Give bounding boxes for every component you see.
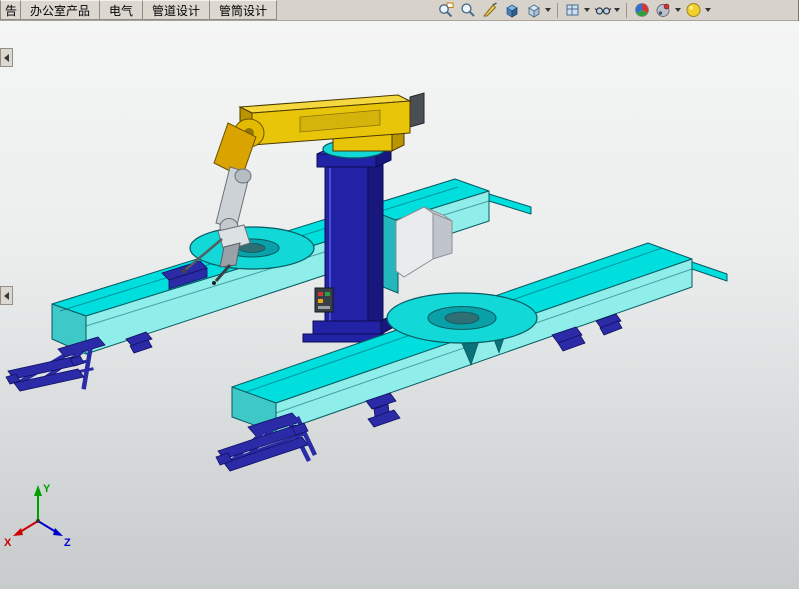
heads-up-view-toolbar (436, 0, 712, 20)
visibility-icon[interactable] (593, 0, 621, 20)
corner-bracket[interactable] (396, 207, 452, 277)
flange-ring-near[interactable] (387, 293, 537, 343)
toolbar-separator (557, 3, 558, 18)
dropdown-caret (675, 8, 681, 12)
view-settings-icon[interactable] (684, 0, 712, 20)
triad-x-label: X (4, 537, 12, 549)
flange-ring-far[interactable] (190, 227, 314, 269)
chevron-left-icon (4, 54, 9, 62)
tab-electrical[interactable]: 电气 (100, 0, 143, 20)
panel-collapse-toggle-top[interactable] (0, 48, 13, 67)
apply-scene-icon[interactable] (654, 0, 682, 20)
tab-partial[interactable]: 告 (0, 0, 21, 20)
view-orientation-icon[interactable] (502, 0, 522, 20)
edit-appearance-icon[interactable] (632, 0, 652, 20)
panel-collapse-toggle-middle[interactable] (0, 286, 13, 305)
graphics-area[interactable]: Y X Z (0, 21, 799, 589)
model-scene: Y X Z (0, 21, 799, 589)
toolbar-separator (626, 3, 627, 18)
dropdown-caret (545, 8, 551, 12)
tab-piping-design[interactable]: 管道设计 (143, 0, 210, 20)
dropdown-caret (584, 8, 590, 12)
zoom-to-fit-icon[interactable] (458, 0, 478, 20)
triad-z-label: Z (64, 537, 71, 549)
command-tab-bar: 告 办公室产品 电气 管道设计 管筒设计 (0, 0, 798, 21)
support-stand-far[interactable] (6, 337, 105, 391)
tab-tube-design[interactable]: 管筒设计 (210, 0, 277, 20)
dropdown-caret (614, 8, 620, 12)
orientation-triad[interactable]: Y X Z (4, 483, 71, 549)
robot-counterweight[interactable] (410, 93, 424, 127)
zoom-to-area-icon[interactable] (436, 0, 456, 20)
section-view-icon[interactable] (480, 0, 500, 20)
hide-show-items-icon[interactable] (563, 0, 591, 20)
dropdown-caret (705, 8, 711, 12)
tab-office-products[interactable]: 办公室产品 (21, 0, 100, 20)
triad-y-label: Y (43, 483, 51, 495)
display-style-icon[interactable] (524, 0, 552, 20)
cad-window: 告 办公室产品 电气 管道设计 管筒设计 (0, 0, 799, 589)
robot-controller[interactable] (315, 288, 333, 312)
chevron-left-icon (4, 292, 9, 300)
support-stand-near[interactable] (216, 413, 314, 471)
